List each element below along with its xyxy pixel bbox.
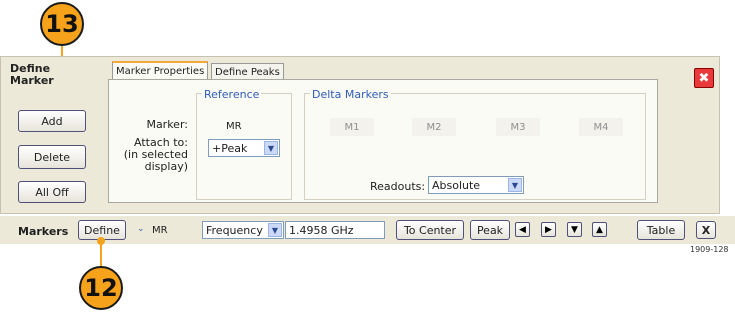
attach-to-select[interactable]: +Peak ▼ xyxy=(208,139,280,157)
close-icon[interactable]: ✖ xyxy=(694,68,714,88)
delta-marker-m2[interactable]: M2 xyxy=(412,118,456,136)
figure-id: 1909-128 xyxy=(690,245,729,254)
marker-label: Marker: xyxy=(146,118,188,131)
table-button[interactable]: Table xyxy=(637,220,685,240)
arrow-up-icon[interactable]: ▲ xyxy=(592,222,607,237)
delta-marker-m1[interactable]: M1 xyxy=(330,118,374,136)
readouts-label: Readouts: xyxy=(370,180,426,193)
attach-label: Attach to: (in selected display) xyxy=(118,137,188,173)
delta-marker-m3[interactable]: M3 xyxy=(496,118,540,136)
delete-button[interactable]: Delete xyxy=(18,145,86,169)
delta-marker-m4[interactable]: M4 xyxy=(579,118,623,136)
marker-value: MR xyxy=(226,121,242,132)
attach-label-line3: display) xyxy=(144,160,188,173)
marker-value-text: 1.4958 GHz xyxy=(289,223,354,237)
tab-define-peaks[interactable]: Define Peaks xyxy=(211,63,284,80)
chevron-down-icon: ▼ xyxy=(264,141,278,155)
panel-title: Define Marker xyxy=(10,63,54,87)
arrow-left-icon[interactable]: ◀ xyxy=(515,222,530,237)
panel-title-line2: Marker xyxy=(10,74,54,87)
attach-to-value: +Peak xyxy=(212,141,248,155)
reference-group-label: Reference xyxy=(202,88,262,101)
readouts-value: Absolute xyxy=(432,178,481,192)
callout-13: 13 xyxy=(40,2,84,46)
toolbar-close-button[interactable]: X xyxy=(696,221,716,239)
delta-markers-group-label: Delta Markers xyxy=(310,88,391,101)
peak-button[interactable]: Peak xyxy=(470,220,510,240)
arrow-right-icon[interactable]: ▶ xyxy=(541,222,556,237)
all-off-button[interactable]: All Off xyxy=(18,181,86,203)
arrow-down-icon[interactable]: ▼ xyxy=(567,222,582,237)
marker-select-chevron-icon[interactable]: ⌄ xyxy=(137,224,145,234)
parameter-select-value: Frequency xyxy=(206,223,263,237)
add-button[interactable]: Add xyxy=(18,110,86,132)
parameter-select[interactable]: Frequency ▼ xyxy=(202,221,284,239)
readouts-select[interactable]: Absolute ▼ xyxy=(428,176,524,194)
markers-label: Markers xyxy=(18,225,69,238)
callout-12-leader xyxy=(100,242,102,268)
callout-12: 12 xyxy=(79,266,123,310)
active-marker: MR xyxy=(152,225,168,236)
to-center-button[interactable]: To Center xyxy=(396,220,464,240)
chevron-down-icon: ▼ xyxy=(268,223,282,237)
marker-value-input[interactable]: 1.4958 GHz xyxy=(285,221,385,239)
tab-marker-properties[interactable]: Marker Properties xyxy=(112,61,209,80)
chevron-down-icon: ▼ xyxy=(508,178,522,192)
